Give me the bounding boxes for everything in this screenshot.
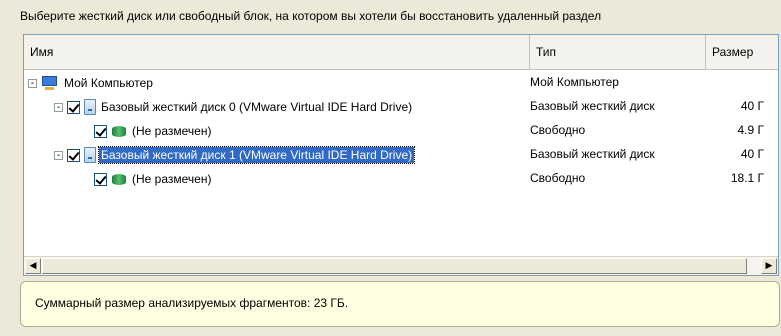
cell-type: Свободно	[530, 123, 586, 137]
scroll-right-icon[interactable]: ▶	[761, 258, 777, 274]
tree-label-disk-1[interactable]: Базовый жесткий диск 1 (VMware Virtual I…	[97, 146, 416, 164]
cell-type: Базовый жесткий диск	[530, 147, 655, 161]
tree-row-computer[interactable]: - Мой Компьютер Мой Компьютер	[24, 71, 778, 95]
cell-size: 40 Г	[740, 147, 764, 161]
instruction-text: Выберите жесткий диск или свободный блок…	[20, 9, 602, 23]
checkbox-disk-0[interactable]	[67, 100, 80, 114]
tree-row-unallocated-1[interactable]: (Не размечен) Свободно 18.1 Г	[24, 167, 778, 191]
summary-panel: Суммарный размер анализируемых фрагменто…	[20, 281, 780, 327]
cell-size: 18.1 Г	[730, 171, 764, 185]
column-header-name[interactable]: Имя	[24, 35, 530, 69]
tree-row-disk-0[interactable]: - Базовый жесткий диск 0 (VMware Virtual…	[24, 95, 778, 119]
partition-icon	[111, 172, 127, 186]
computer-icon	[41, 75, 59, 91]
cell-size: 4.9 Г	[737, 123, 764, 137]
cell-type: Свободно	[530, 171, 586, 185]
column-header-type[interactable]: Тип	[530, 35, 706, 69]
horizontal-scrollbar[interactable]: ◀ ▶	[24, 256, 778, 275]
scroll-left-icon[interactable]: ◀	[25, 258, 41, 274]
hard-disk-icon	[84, 147, 96, 163]
column-header: Имя Тип Размер	[24, 35, 778, 70]
tree-label-disk-0[interactable]: Базовый жесткий диск 0 (VMware Virtual I…	[99, 99, 414, 115]
tree-label-unallocated-0[interactable]: (Не размечен)	[130, 123, 213, 139]
collapse-toggle-disk-1[interactable]: -	[54, 150, 63, 160]
tree-row-disk-1[interactable]: - Базовый жесткий диск 1 (VMware Virtual…	[24, 143, 778, 167]
cell-type: Базовый жесткий диск	[530, 99, 655, 113]
collapse-toggle-computer[interactable]: -	[28, 78, 37, 88]
tree-row-unallocated-0[interactable]: (Не размечен) Свободно 4.9 Г	[24, 119, 778, 143]
hard-disk-icon	[84, 99, 96, 115]
checkbox-unallocated-1[interactable]	[94, 172, 107, 186]
disk-tree-view[interactable]: Имя Тип Размер - Мой Компьютер Мой Компь…	[23, 34, 779, 276]
cell-type: Мой Компьютер	[530, 75, 619, 89]
collapse-toggle-disk-0[interactable]: -	[54, 102, 63, 112]
column-header-size[interactable]: Размер	[706, 35, 778, 69]
checkbox-unallocated-0[interactable]	[94, 124, 107, 138]
tree-label-unallocated-1[interactable]: (Не размечен)	[130, 171, 213, 187]
partition-icon	[111, 124, 127, 138]
tree-label-computer[interactable]: Мой Компьютер	[62, 75, 155, 91]
scroll-thumb[interactable]	[42, 258, 747, 274]
summary-text: Суммарный размер анализируемых фрагменто…	[35, 296, 349, 310]
cell-size: 40 Г	[740, 99, 764, 113]
checkbox-disk-1[interactable]	[67, 148, 80, 162]
